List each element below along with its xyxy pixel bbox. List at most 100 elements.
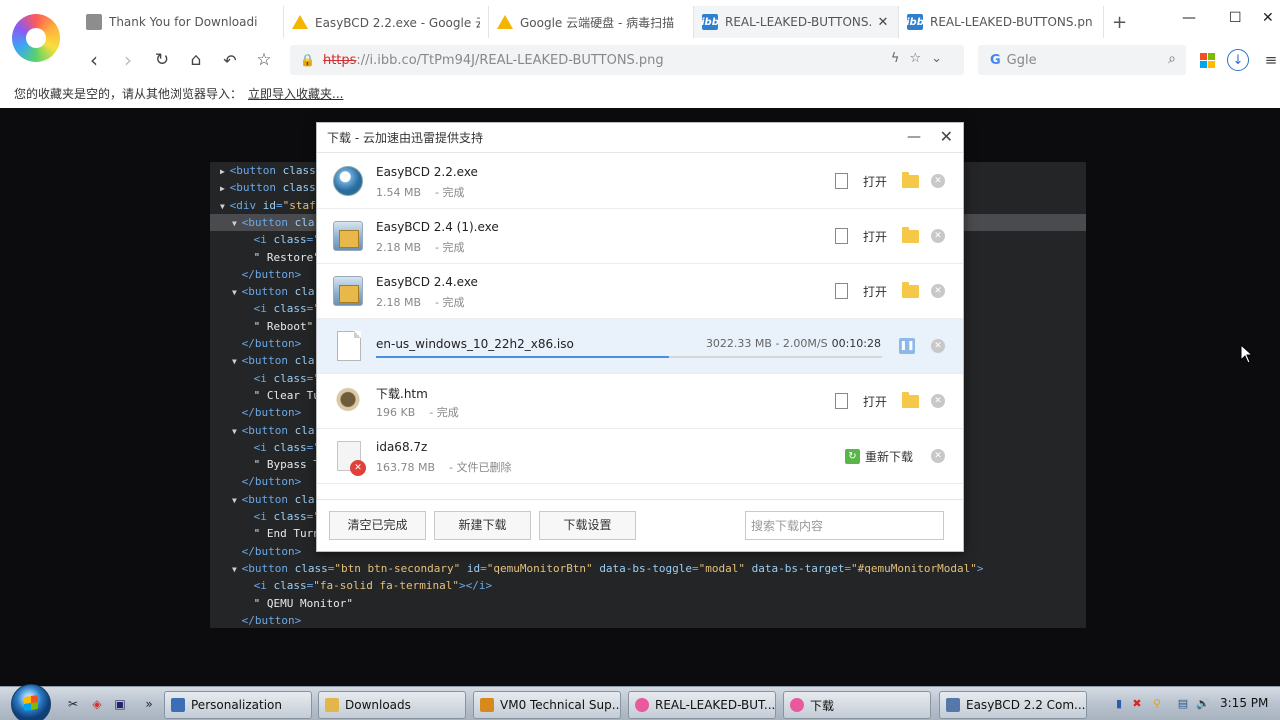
code-token: " Restore" bbox=[253, 250, 320, 264]
star-icon[interactable]: ☆ bbox=[252, 48, 276, 72]
taskbar-label: REAL-LEAKED-BUT... bbox=[655, 698, 776, 712]
folder-icon[interactable] bbox=[902, 227, 919, 243]
dialog-minimize-icon[interactable]: — bbox=[907, 129, 921, 145]
download-icon[interactable]: ↓ bbox=[1227, 49, 1249, 71]
file-icon[interactable] bbox=[835, 228, 848, 244]
remove-icon[interactable]: ✕ bbox=[931, 174, 945, 188]
code-token: data-bs-target bbox=[751, 561, 845, 575]
favorite-star-icon[interactable]: ☆ bbox=[909, 51, 931, 66]
taskbar-button[interactable]: Downloads bbox=[318, 691, 466, 719]
remove-icon[interactable]: ✕ bbox=[931, 339, 945, 353]
browser-logo-icon[interactable] bbox=[12, 14, 60, 62]
code-line[interactable]: " QEMU Monitor" bbox=[210, 595, 1086, 612]
download-item-deleted[interactable]: ida68.7z 163.78 MB - 文件已删除 ↻ 重新下载 ✕ bbox=[317, 429, 963, 484]
window-minimize-icon[interactable]: — bbox=[1182, 10, 1196, 26]
monitor-icon[interactable]: ▣ bbox=[113, 697, 127, 711]
file-status: - 完成 bbox=[435, 186, 465, 199]
mouse-cursor-icon bbox=[1240, 344, 1254, 364]
expand-triangle-icon[interactable]: ▼ bbox=[232, 496, 242, 505]
volume-icon[interactable]: 🔊 bbox=[1196, 696, 1210, 710]
expand-triangle-icon[interactable]: ▼ bbox=[232, 427, 242, 436]
expand-triangle-icon[interactable]: ▼ bbox=[232, 288, 242, 297]
back-icon[interactable]: ‹ bbox=[82, 48, 106, 72]
download-item[interactable]: EasyBCD 2.4.exe 2.18 MB - 完成 打开 ✕ bbox=[317, 264, 963, 319]
refresh-icon[interactable]: ↻ bbox=[150, 48, 174, 72]
window-close-icon[interactable]: ✕ bbox=[1262, 10, 1274, 26]
tray-app-icon[interactable]: ▮ bbox=[1112, 696, 1126, 710]
download-item[interactable]: 下载.htm 196 KB - 完成 打开 ✕ bbox=[317, 374, 963, 429]
undo-close-icon[interactable]: ↶ bbox=[218, 48, 242, 72]
file-icon[interactable] bbox=[835, 393, 848, 409]
progress-bar bbox=[376, 356, 882, 358]
file-icon[interactable] bbox=[835, 173, 848, 189]
new-tab-button[interactable]: + bbox=[1112, 12, 1127, 33]
taskbar-button[interactable]: VM0 Technical Sup... bbox=[473, 691, 621, 719]
window-maximize-icon[interactable]: ☐ bbox=[1229, 10, 1242, 26]
menu-icon[interactable]: ≡ bbox=[1260, 49, 1280, 71]
forward-icon[interactable]: › bbox=[116, 48, 140, 72]
search-icon[interactable]: ⌕ bbox=[1168, 51, 1176, 67]
expand-triangle-icon[interactable]: ▶ bbox=[220, 167, 230, 176]
apps-grid-icon[interactable] bbox=[1196, 49, 1218, 71]
file-icon[interactable] bbox=[835, 283, 848, 299]
download-settings-button[interactable]: 下载设置 bbox=[539, 511, 636, 540]
dialog-close-icon[interactable]: ✕ bbox=[940, 127, 953, 146]
open-button[interactable]: 打开 bbox=[863, 173, 887, 190]
tab-easybcd-drive[interactable]: EasyBCD 2.2.exe - Google 云 bbox=[284, 6, 489, 38]
code-line[interactable]: ▼ <button class="btn btn-secondary" id="… bbox=[210, 560, 1086, 577]
address-actions[interactable]: ϟ☆⌄ bbox=[891, 51, 952, 66]
remove-icon[interactable]: ✕ bbox=[931, 284, 945, 298]
code-line[interactable]: </button> bbox=[210, 612, 1086, 629]
expand-triangle-icon[interactable]: ▼ bbox=[232, 219, 242, 228]
import-bookmarks-link[interactable]: 立即导入收藏夹... bbox=[248, 87, 343, 101]
dropdown-chevron-icon[interactable]: ⌄ bbox=[931, 51, 952, 66]
overflow-chevron-icon[interactable]: » bbox=[142, 697, 156, 711]
remove-icon[interactable]: ✕ bbox=[931, 394, 945, 408]
open-button[interactable]: 打开 bbox=[863, 283, 887, 300]
taskbar-button[interactable]: 下载 bbox=[783, 691, 931, 719]
download-item-in-progress[interactable]: en-us_windows_10_22h2_x86.iso 3022.33 MB… bbox=[317, 319, 963, 374]
code-token: class bbox=[273, 371, 307, 385]
home-icon[interactable]: ⌂ bbox=[184, 48, 208, 72]
shield-icon[interactable]: ◈ bbox=[90, 697, 104, 711]
taskbar-button[interactable]: Personalization bbox=[164, 691, 312, 719]
code-line[interactable]: <i class="fa-solid fa-terminal"></i> bbox=[210, 577, 1086, 594]
code-token: </button> bbox=[241, 267, 302, 281]
open-button[interactable]: 打开 bbox=[863, 228, 887, 245]
folder-icon[interactable] bbox=[902, 172, 919, 188]
network-icon[interactable]: ▤ bbox=[1176, 696, 1190, 710]
tab-real-leaked-buttons[interactable]: ibb REAL-LEAKED-BUTTONS.pn bbox=[899, 6, 1104, 38]
tab-real-leaked-buttons-active[interactable]: ibb REAL-LEAKED-BUTTONS.pn ✕ bbox=[694, 6, 899, 38]
taskbar-button[interactable]: REAL-LEAKED-BUT... bbox=[628, 691, 776, 719]
tools-icon[interactable]: ✂ bbox=[66, 697, 80, 711]
pause-icon[interactable]: ❚❚ bbox=[899, 338, 915, 354]
expand-triangle-icon[interactable]: ▶ bbox=[220, 184, 230, 193]
tab-thank-you[interactable]: Thank You for Downloadi bbox=[78, 6, 284, 38]
tray-search-icon[interactable]: ⚲ bbox=[1150, 696, 1164, 710]
expand-triangle-icon[interactable]: ▼ bbox=[232, 565, 242, 574]
download-item[interactable]: EasyBCD 2.2.exe 1.54 MB - 完成 打开 ✕ bbox=[317, 154, 963, 209]
taskbar-clock[interactable]: 3:15 PM bbox=[1220, 696, 1268, 710]
download-manager-dialog: 下载 - 云加速由迅雷提供支持 — ✕ EasyBCD 2.2.exe 1.54… bbox=[316, 122, 964, 552]
tab-drive-virus-scan[interactable]: Google 云端硬盘 - 病毒扫描 bbox=[489, 6, 694, 38]
start-button[interactable] bbox=[11, 684, 51, 720]
tray-error-icon[interactable]: ✖ bbox=[1130, 696, 1144, 710]
search-box[interactable]: G Ggle ⌕ bbox=[978, 45, 1186, 75]
clear-completed-button[interactable]: 清空已完成 bbox=[329, 511, 426, 540]
folder-icon[interactable] bbox=[902, 392, 919, 408]
address-bar[interactable]: 🔒 https ://i.ibb.co/TtPm94J/REAL-LEAKED-… bbox=[290, 45, 964, 75]
file-size: 2.18 MB bbox=[376, 241, 422, 254]
taskbar-button[interactable]: EasyBCD 2.2 Com... bbox=[939, 691, 1087, 719]
new-download-button[interactable]: 新建下载 bbox=[434, 511, 531, 540]
remove-icon[interactable]: ✕ bbox=[931, 449, 945, 463]
expand-triangle-icon[interactable]: ▼ bbox=[220, 202, 230, 211]
download-search-input[interactable] bbox=[745, 511, 944, 540]
redownload-button[interactable]: ↻ 重新下载 bbox=[845, 448, 913, 465]
download-item[interactable]: EasyBCD 2.4 (1).exe 2.18 MB - 完成 打开 ✕ bbox=[317, 209, 963, 264]
tab-close-icon[interactable]: ✕ bbox=[876, 15, 890, 30]
remove-icon[interactable]: ✕ bbox=[931, 229, 945, 243]
expand-triangle-icon[interactable]: ▼ bbox=[232, 357, 242, 366]
folder-icon[interactable] bbox=[902, 282, 919, 298]
lightning-icon[interactable]: ϟ bbox=[891, 51, 910, 66]
open-button[interactable]: 打开 bbox=[863, 393, 887, 410]
